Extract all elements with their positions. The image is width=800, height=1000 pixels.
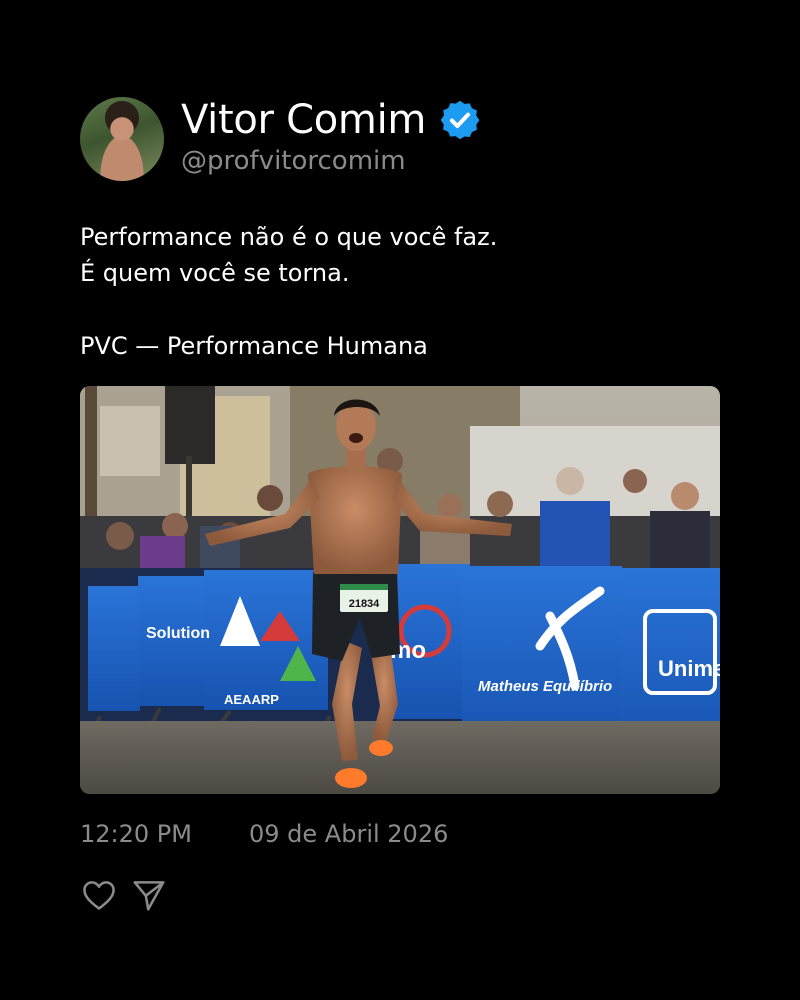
post-time: 12:20 PM (80, 820, 192, 848)
banner-text: Unime (658, 656, 720, 681)
post-card: Vitor Comim @profvitorcomim Performance … (0, 0, 800, 1000)
banner-text: AEAARP (224, 692, 279, 707)
author-row: Vitor Comim (181, 96, 482, 144)
post-signature: PVC — Performance Humana (80, 332, 428, 360)
heart-icon[interactable] (80, 876, 118, 914)
race-bib-number: 21834 (349, 598, 380, 610)
post-line: É quem você se torna. (80, 259, 350, 287)
send-icon[interactable] (130, 876, 168, 914)
avatar[interactable] (80, 97, 164, 181)
verified-badge-icon (440, 100, 480, 140)
post-photo[interactable]: Solution AEAARP mo Matheus Equilíbrio Un… (80, 386, 720, 794)
handle[interactable]: @profvitorcomim (181, 144, 406, 178)
action-bar (80, 876, 168, 914)
banner-text: Solution (146, 625, 210, 642)
post-text: Performance não é o que você faz. É quem… (80, 219, 497, 291)
display-name[interactable]: Vitor Comim (181, 96, 426, 144)
post-date: 09 de Abril 2026 (249, 820, 449, 848)
runner-photo: Solution AEAARP mo Matheus Equilíbrio Un… (80, 386, 720, 794)
post-line: Performance não é o que você faz. (80, 223, 498, 251)
banner-text: Matheus Equilíbrio (478, 678, 612, 695)
